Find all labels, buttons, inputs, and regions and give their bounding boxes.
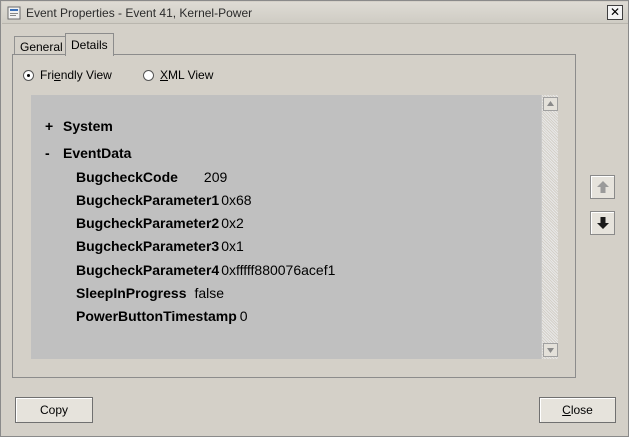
scroll-down-button[interactable] [543, 343, 558, 357]
property-row: BugcheckParameter2 0x2 [76, 215, 244, 231]
friendly-view-option[interactable]: Friendly View [23, 68, 112, 82]
tree-node-label: System [63, 118, 113, 134]
tab-general[interactable]: General [14, 36, 69, 55]
property-name: BugcheckParameter2 [76, 215, 220, 231]
tab-details-label: Details [71, 38, 108, 52]
property-row: SleepInProgress false [76, 285, 224, 301]
xml-view-option[interactable]: XML View [143, 68, 213, 82]
tree-node-label: EventData [63, 145, 132, 161]
property-value: 0 [239, 308, 248, 324]
property-value: 0xfffff880076acef1 [221, 262, 336, 278]
property-name: BugcheckParameter1 [76, 192, 220, 208]
property-value: 0x2 [221, 215, 244, 231]
friendly-view-radio[interactable] [23, 69, 34, 81]
property-name: BugcheckCode [76, 169, 178, 185]
title-bar: Event Properties - Event 41, Kernel-Powe… [2, 2, 628, 24]
close-icon: ✕ [609, 5, 621, 19]
scroll-up-button[interactable] [543, 97, 558, 111]
property-name: PowerButtonTimestamp [76, 308, 237, 324]
tree-node-eventdata[interactable]: - EventData [45, 145, 131, 161]
window-title: Event Properties - Event 41, Kernel-Powe… [26, 6, 253, 20]
close-button[interactable]: Close [539, 397, 616, 423]
next-event-button[interactable] [590, 211, 615, 235]
close-button-label: Close [562, 403, 593, 417]
tab-details[interactable]: Details [65, 33, 114, 56]
property-name: SleepInProgress [76, 285, 187, 301]
property-value: 0x68 [221, 192, 252, 208]
friendly-view-label: Friendly View [40, 68, 112, 82]
arrow-down-icon [597, 217, 609, 229]
expand-toggle[interactable]: + [45, 118, 63, 134]
xml-view-radio[interactable] [143, 69, 154, 81]
property-row: BugcheckParameter3 0x1 [76, 238, 244, 254]
property-value: 209 [203, 169, 228, 185]
vertical-scrollbar[interactable] [541, 95, 558, 359]
close-window-button[interactable]: ✕ [607, 5, 623, 20]
tab-general-label: General [20, 40, 63, 54]
property-value: false [194, 285, 225, 301]
copy-button[interactable]: Copy [15, 397, 93, 423]
property-row: BugcheckCode 209 [76, 169, 227, 185]
triangle-up-icon [547, 101, 554, 106]
property-name: BugcheckParameter4 [76, 262, 220, 278]
property-name: BugcheckParameter3 [76, 238, 220, 254]
previous-event-button[interactable] [590, 175, 615, 199]
event-properties-window: Event Properties - Event 41, Kernel-Powe… [0, 0, 629, 437]
triangle-down-icon [547, 348, 554, 353]
tree-node-system[interactable]: + System [45, 118, 113, 134]
arrow-up-icon [597, 181, 609, 193]
copy-button-label: Copy [39, 403, 68, 417]
collapse-toggle[interactable]: - [45, 145, 63, 161]
property-row: PowerButtonTimestamp 0 [76, 308, 248, 324]
property-row: BugcheckParameter1 0x68 [76, 192, 252, 208]
property-value: 0x1 [221, 238, 244, 254]
event-viewer-icon [7, 6, 21, 20]
property-row: BugcheckParameter4 0xfffff880076acef1 [76, 262, 335, 278]
xml-view-label: XML View [160, 68, 214, 82]
